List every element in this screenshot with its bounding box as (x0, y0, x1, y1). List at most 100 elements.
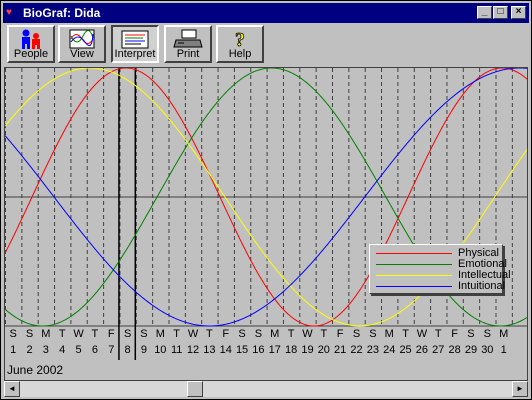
day-cell[interactable]: F7 (103, 326, 119, 360)
people-label: People (13, 48, 49, 60)
window-title: BioGraf: Dida (23, 6, 101, 20)
day-cell[interactable]: W 12 (185, 326, 201, 360)
day-cell[interactable]: S 23 (365, 326, 381, 360)
day-cell[interactable]: M 17 (267, 326, 283, 360)
day-cell[interactable]: T 20 (316, 326, 332, 360)
day-of-week-label: M (270, 328, 280, 340)
day-of-week-label: M (499, 328, 509, 340)
day-of-week-label: T (91, 328, 99, 340)
wave-view-icon (69, 29, 95, 49)
day-number-label: 5 (75, 344, 82, 356)
day-cell[interactable]: T 13 (201, 326, 217, 360)
day-of-week-label: S (25, 328, 34, 340)
day-cell[interactable]: F 28 (446, 326, 462, 360)
legend-swatch-emotional (376, 264, 452, 265)
day-cell[interactable]: M 24 (381, 326, 397, 360)
day-cell[interactable]: M3 (38, 326, 54, 360)
day-of-week-label: F (222, 328, 230, 340)
legend-swatch-intellectual (376, 275, 452, 276)
day-of-week-label: S (483, 328, 491, 340)
day-number-label: 15 (235, 344, 249, 356)
close-button[interactable]: × (511, 6, 526, 19)
day-of-week-label: M (384, 328, 394, 340)
app-icon[interactable]: ♥ (6, 6, 20, 20)
day-number-label: 19 (301, 344, 314, 356)
minimize-button[interactable]: _ (477, 6, 492, 19)
maximize-button[interactable]: □ (493, 6, 508, 19)
day-number-label: 18 (284, 344, 298, 356)
legend-swatch-intuitional (376, 286, 452, 287)
day-cell[interactable]: S2 (21, 326, 37, 360)
day-number-label: 2 (26, 344, 33, 356)
day-number-label: 7 (108, 344, 115, 356)
title-bar[interactable]: ♥ BioGraf: Dida _ □ × (3, 3, 529, 23)
biorhythm-chart-area[interactable]: S 1 S 2 M 3 T 4 W 5 T 6 F 7 S 8 S 9 M 10 T 11 W 12 T 13 F 14 S 15 S 16 M… (4, 67, 528, 381)
interpret-button[interactable]: Interpret (111, 25, 159, 63)
day-cell[interactable]: S8 (119, 326, 135, 360)
help-icon: ? (235, 29, 246, 50)
day-cell[interactable]: W 26 (414, 326, 430, 360)
horizontal-scrollbar[interactable]: ◄ ► (4, 381, 528, 397)
day-of-week-label: T (58, 328, 66, 340)
day-of-week-label: W (73, 328, 84, 340)
day-of-week-label: F (451, 328, 458, 340)
interpret-label: Interpret (114, 48, 156, 60)
day-of-week-label: S (140, 328, 148, 340)
day-cell[interactable]: T 11 (169, 326, 185, 360)
day-of-week-label: M (155, 328, 165, 340)
day-cell[interactable]: M1 (496, 326, 512, 360)
day-cell[interactable]: S9 (136, 326, 152, 360)
scroll-left-arrow-icon[interactable]: ◄ (4, 381, 20, 397)
print-button[interactable]: Print (164, 25, 212, 63)
day-cell[interactable]: T4 (54, 326, 70, 360)
day-of-week-label: S (352, 328, 361, 340)
day-cell[interactable]: W 19 (299, 326, 315, 360)
people-icon (22, 29, 40, 49)
day-cell[interactable]: S 15 (234, 326, 250, 360)
day-of-week-label: F (107, 328, 115, 340)
day-of-week-label: W (302, 328, 313, 340)
day-number-label: 10 (154, 344, 167, 356)
svg-text:?: ? (235, 29, 245, 50)
day-of-week-label: T (434, 328, 442, 340)
day-cell[interactable]: W5 (70, 326, 86, 360)
legend-label-intuitional: Intuitional (458, 280, 506, 292)
scroll-right-arrow-icon[interactable]: ► (512, 381, 528, 397)
day-cell[interactable]: S 22 (348, 326, 364, 360)
day-of-week-label: T (173, 328, 181, 340)
view-button[interactable]: View (58, 25, 106, 63)
day-cell[interactable]: M 10 (152, 326, 168, 360)
day-of-week-label: T (402, 328, 409, 340)
day-cell[interactable]: S1 (5, 326, 21, 360)
people-button[interactable]: People (7, 25, 55, 63)
day-of-week-label: M (41, 328, 51, 340)
day-number-label: 24 (383, 344, 396, 356)
print-label: Print (176, 48, 200, 60)
day-number-label: 29 (464, 344, 478, 356)
day-number-label: 20 (317, 344, 330, 356)
help-button[interactable]: ? Help (216, 25, 264, 63)
view-label: View (70, 48, 94, 60)
day-of-week-label: T (320, 328, 328, 340)
day-number-label: 25 (399, 344, 412, 356)
day-of-week-label: S (467, 328, 475, 340)
day-number-label: 13 (203, 344, 216, 356)
day-number-label: 21 (334, 344, 347, 356)
interpret-icon (121, 30, 149, 49)
day-of-week-label: S (369, 328, 377, 340)
day-cell[interactable]: T 25 (397, 326, 413, 360)
day-cell[interactable]: F 14 (218, 326, 234, 360)
day-number-label: 4 (59, 344, 66, 356)
day-cell[interactable]: T6 (87, 326, 103, 360)
day-cell[interactable]: S 30 (479, 326, 495, 360)
help-label: Help (228, 48, 252, 60)
day-of-week-label: W (187, 328, 199, 340)
day-number-label: 1 (10, 344, 17, 356)
day-cell[interactable]: T 27 (430, 326, 446, 360)
day-number-label: 27 (432, 344, 445, 356)
day-cell[interactable]: S 29 (463, 326, 479, 360)
day-cell[interactable]: S 16 (250, 326, 266, 360)
day-cell[interactable]: T 18 (283, 326, 299, 360)
day-cell[interactable]: F 21 (332, 326, 348, 360)
scroll-thumb[interactable] (186, 381, 203, 397)
